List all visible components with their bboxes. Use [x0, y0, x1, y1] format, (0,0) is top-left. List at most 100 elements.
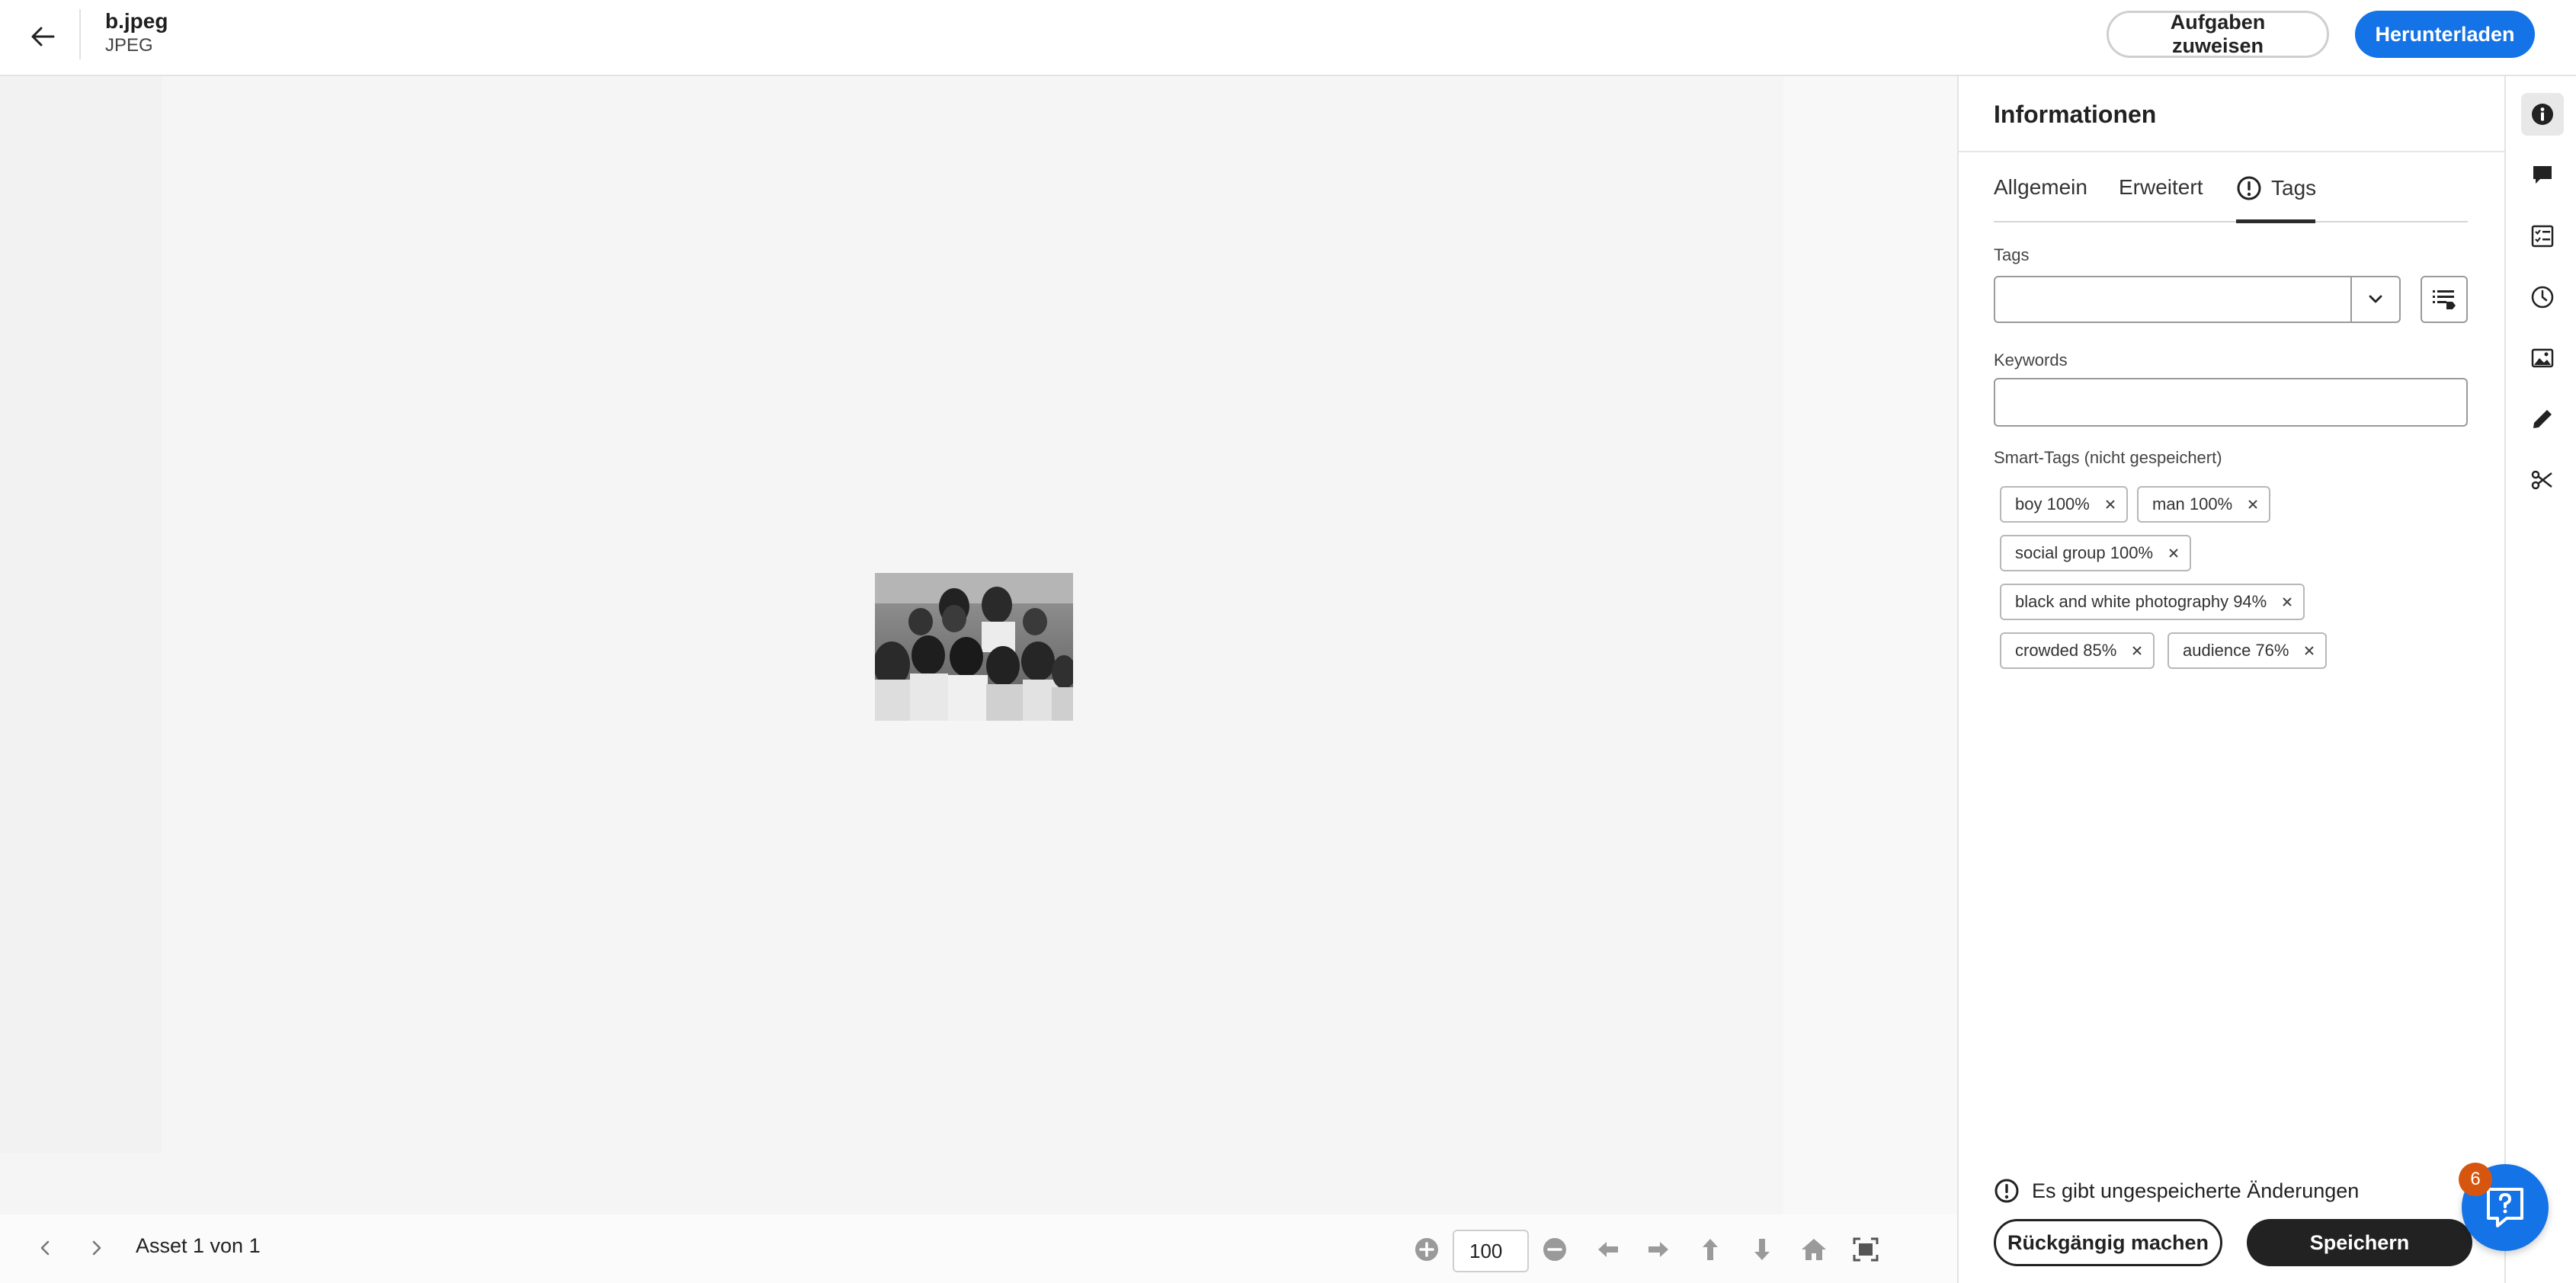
tab-tags[interactable]: Tags [2236, 175, 2316, 201]
close-icon [2106, 500, 2115, 509]
history-icon [2531, 286, 2554, 309]
smart-tag-chip: man 100% [2137, 486, 2271, 523]
alert-circle-icon [1994, 1179, 2019, 1203]
remove-tag-button[interactable] [2301, 642, 2318, 659]
tags-dropdown-button[interactable] [2352, 277, 2399, 322]
tab-label: Allgemein [1994, 175, 2087, 199]
fit-to-screen-button[interactable] [1849, 1233, 1882, 1266]
asset-image [875, 573, 1073, 721]
remove-tag-button[interactable] [2165, 545, 2182, 562]
close-icon [2305, 646, 2315, 655]
rail-history-button[interactable] [2521, 276, 2564, 318]
notification-badge: 6 [2459, 1163, 2492, 1196]
rail-crop-button[interactable] [2521, 459, 2564, 501]
close-icon [2248, 500, 2257, 509]
file-name: b.jpeg [105, 9, 168, 33]
info-icon [2532, 104, 2553, 125]
arrow-left-icon [31, 27, 55, 46]
image-icon [2531, 348, 2554, 368]
tags-input[interactable] [1995, 277, 2352, 322]
viewer-margin-left [0, 76, 162, 1153]
file-type: JPEG [105, 35, 153, 56]
rail-edit-button[interactable] [2521, 398, 2564, 440]
photo-preview-graphic [875, 573, 1073, 721]
rail-tasks-button[interactable] [2521, 215, 2564, 258]
smart-tag-chip: black and white photography 94% [2000, 584, 2305, 620]
close-icon [2283, 597, 2292, 606]
tabs-baseline [1994, 221, 2468, 222]
tags-combobox [1994, 276, 2401, 323]
info-panel: Informationen Allgemein Erweitert Tags T… [1957, 76, 2506, 1283]
tag-picker-button[interactable] [2421, 276, 2468, 323]
zoom-in-button[interactable] [1410, 1233, 1443, 1266]
fit-screen-icon [1853, 1237, 1879, 1262]
next-asset-button[interactable] [79, 1231, 113, 1265]
keywords-label: Keywords [1994, 350, 2068, 370]
cut-icon [2531, 470, 2552, 490]
arrow-down-icon [1754, 1239, 1770, 1260]
remove-tag-button[interactable] [2244, 496, 2261, 513]
panel-divider [1959, 151, 2506, 152]
unsaved-message: Es gibt ungespeicherte Änderungen [2032, 1179, 2360, 1202]
keywords-input[interactable] [1994, 378, 2468, 427]
remove-tag-button[interactable] [2102, 496, 2119, 513]
zoom-level-input[interactable] [1453, 1230, 1529, 1272]
asset-counter: Asset 1 von 1 [136, 1234, 261, 1257]
remove-tag-button[interactable] [2129, 642, 2145, 659]
smart-tag-label: social group 100% [2015, 543, 2154, 562]
zoom-in-icon [1415, 1238, 1438, 1261]
close-icon [2169, 549, 2178, 558]
tab-erweitert[interactable]: Erweitert [2119, 175, 2203, 200]
asset-viewer[interactable] [0, 76, 1957, 1214]
tasks-icon [2531, 225, 2554, 248]
remove-tag-button[interactable] [2279, 594, 2296, 610]
header-divider [79, 9, 81, 59]
tab-allgemein[interactable]: Allgemein [1994, 175, 2087, 200]
help-chat-icon [2487, 1188, 2523, 1227]
pan-right-button[interactable] [1642, 1233, 1675, 1266]
top-bar: b.jpeg JPEG Aufgaben zuweisen Herunterla… [0, 0, 2576, 76]
chevron-right-icon [92, 1240, 101, 1256]
viewer-toolbar: Asset 1 von 1 [0, 1214, 1957, 1283]
zoom-out-button[interactable] [1538, 1233, 1572, 1266]
tags-label: Tags [1994, 245, 2030, 264]
close-icon [2132, 646, 2142, 655]
viewer-margin-right [1783, 76, 1957, 1214]
save-button[interactable]: Speichern [2247, 1219, 2472, 1266]
smart-tag-label: black and white photography 94% [2015, 592, 2267, 611]
home-button[interactable] [1797, 1233, 1831, 1266]
tab-label: Tags [2271, 176, 2317, 200]
pan-up-button[interactable] [1693, 1233, 1727, 1266]
assign-tasks-button[interactable]: Aufgaben zuweisen [2107, 11, 2329, 58]
back-button[interactable] [21, 15, 64, 58]
chevron-left-icon [40, 1240, 50, 1256]
previous-asset-button[interactable] [29, 1231, 62, 1265]
tab-label: Erweitert [2119, 175, 2203, 199]
alert-circle-icon [2237, 176, 2261, 200]
pan-down-button[interactable] [1745, 1233, 1779, 1266]
unsaved-changes-notice: Es gibt ungespeicherte Änderungen [1994, 1178, 2359, 1204]
arrow-right-icon [1648, 1242, 1668, 1257]
pan-left-button[interactable] [1591, 1233, 1625, 1266]
tag-list-icon [2433, 290, 2456, 309]
comment-icon [2533, 166, 2552, 184]
smart-tag-label: man 100% [2152, 494, 2233, 514]
chevron-down-icon [2369, 295, 2382, 303]
smart-tag-label: crowded 85% [2015, 641, 2117, 660]
rail-renditions-button[interactable] [2521, 337, 2564, 379]
rail-comments-button[interactable] [2521, 154, 2564, 197]
arrow-left-icon [1598, 1242, 1618, 1257]
active-tab-indicator [2236, 219, 2315, 223]
rail-info-button[interactable] [2521, 93, 2564, 136]
download-button[interactable]: Herunterladen [2355, 11, 2535, 58]
arrow-up-icon [1703, 1239, 1718, 1260]
undo-button[interactable]: Rückgängig machen [1994, 1219, 2222, 1266]
smart-tag-label: audience 76% [2183, 641, 2289, 660]
zoom-out-icon [1543, 1238, 1566, 1261]
smart-tags-label: Smart-Tags (nicht gespeichert) [1994, 448, 2222, 467]
home-icon [1802, 1239, 1826, 1260]
smart-tag-label: boy 100% [2015, 494, 2090, 514]
side-rail [2504, 76, 2576, 1283]
smart-tag-chip: social group 100% [2000, 535, 2192, 571]
smart-tag-chip: audience 76% [2167, 632, 2328, 669]
